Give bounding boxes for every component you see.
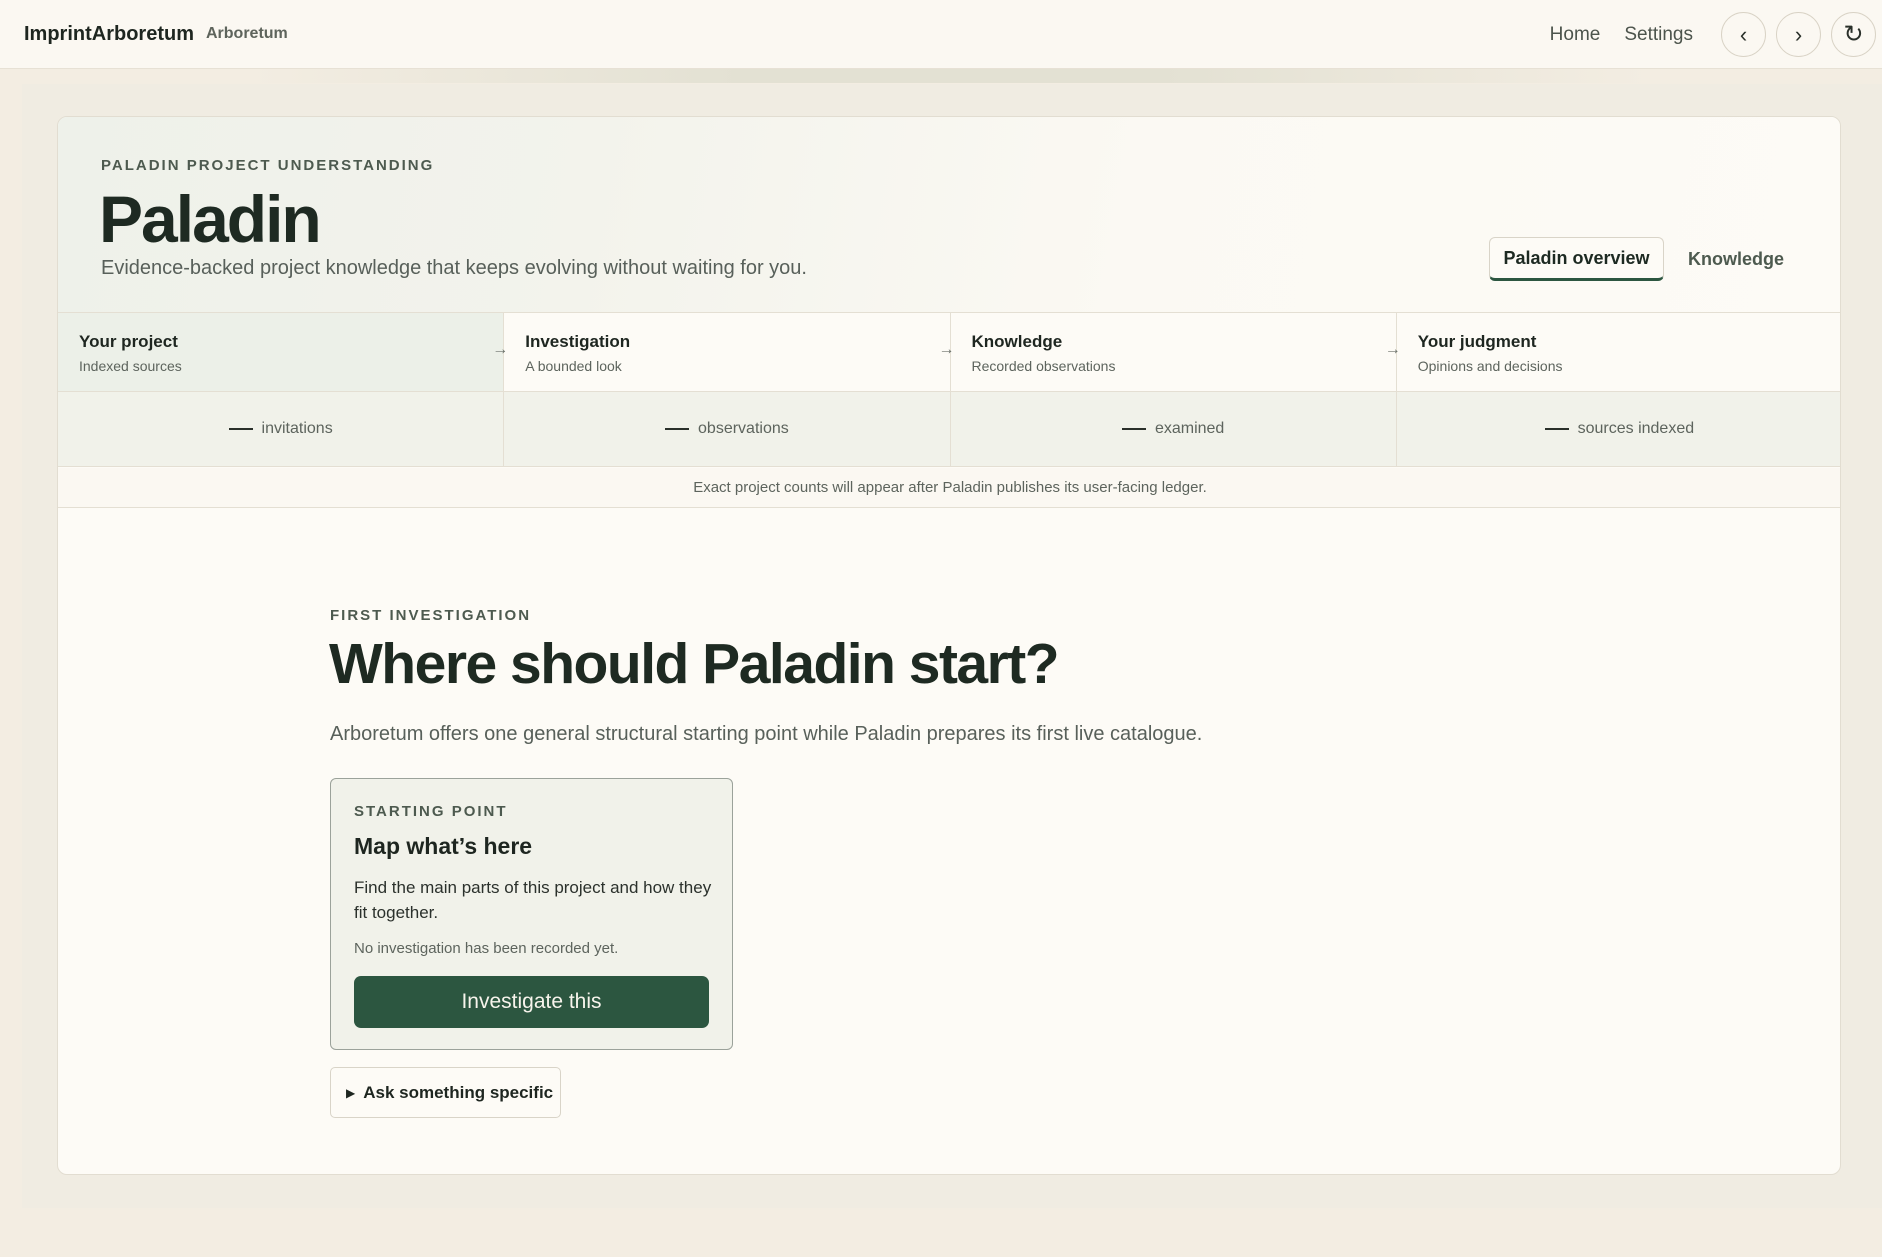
app-brand[interactable]: ImprintArboretum bbox=[24, 23, 194, 46]
count-label: examined bbox=[1154, 420, 1225, 437]
ask-something-specific-toggle[interactable]: ▶ Ask something specific bbox=[330, 1067, 561, 1118]
step-subtitle: Indexed sources bbox=[79, 358, 182, 374]
refresh-button[interactable]: ↻ bbox=[1831, 12, 1876, 57]
step-title: Your judgment bbox=[1417, 332, 1537, 351]
nav-home-link[interactable]: Home bbox=[1550, 24, 1601, 46]
first-investigation-description: Arboretum offers one general structural … bbox=[330, 723, 1203, 745]
arrow-right-icon: → bbox=[1384, 341, 1401, 358]
page-title: Paladin bbox=[99, 182, 322, 256]
hero-section: PALADIN PROJECT UNDERSTANDING Paladin Ev… bbox=[58, 117, 1840, 313]
count-value-dash bbox=[1121, 428, 1146, 430]
count-observations: observations bbox=[504, 392, 951, 466]
topbar-shadow bbox=[250, 69, 1650, 83]
count-invitations: invitations bbox=[58, 392, 505, 466]
count-sources-indexed: sources indexed bbox=[1397, 392, 1840, 466]
count-value-dash bbox=[1544, 428, 1569, 430]
tab-paladin-overview[interactable]: Paladin overview bbox=[1489, 237, 1664, 281]
refresh-icon: ↻ bbox=[1843, 21, 1864, 48]
top-bar: ImprintArboretum Arboretum Home Settings… bbox=[0, 0, 1882, 69]
arrow-right-icon: → bbox=[492, 341, 509, 358]
count-label: observations bbox=[698, 420, 789, 437]
hero-eyebrow: PALADIN PROJECT UNDERSTANDING bbox=[101, 157, 435, 174]
pipeline-steps: Your project Indexed sources → Investiga… bbox=[58, 313, 1840, 392]
count-value-dash bbox=[665, 428, 690, 430]
ask-label: Ask something specific bbox=[363, 1082, 554, 1102]
starting-point-description: Find the main parts of this project and … bbox=[354, 878, 712, 922]
count-value-dash bbox=[228, 428, 253, 430]
step-title: Knowledge bbox=[971, 332, 1063, 351]
forward-button[interactable]: › bbox=[1776, 12, 1821, 57]
caret-right-icon: ▶ bbox=[346, 1085, 356, 1100]
top-nav: Home Settings ‹ › ↻ bbox=[1550, 0, 1882, 69]
count-label: sources indexed bbox=[1577, 420, 1695, 437]
first-investigation-eyebrow: FIRST INVESTIGATION bbox=[330, 607, 532, 624]
step-title: Your project bbox=[79, 332, 178, 351]
step-subtitle: Recorded observations bbox=[971, 358, 1116, 374]
starting-point-card: STARTING POINT Map what’s here Find the … bbox=[330, 778, 733, 1050]
step-investigation: → Investigation A bounded look bbox=[492, 313, 951, 391]
step-knowledge: → Knowledge Recorded observations bbox=[939, 313, 1397, 391]
step-title: Investigation bbox=[525, 332, 631, 351]
tab-knowledge[interactable]: Knowledge bbox=[1688, 237, 1784, 281]
count-label: invitations bbox=[261, 420, 333, 437]
workspace-name: Arboretum bbox=[206, 25, 288, 42]
step-subtitle: A bounded look bbox=[525, 358, 622, 374]
ledger-note: Exact project counts will appear after P… bbox=[58, 468, 1840, 508]
count-examined: examined bbox=[951, 392, 1397, 466]
chevron-right-icon: › bbox=[1794, 21, 1803, 47]
investigate-button[interactable]: Investigate this bbox=[354, 976, 709, 1028]
step-your-judgment: → Your judgment Opinions and decisions bbox=[1385, 313, 1840, 391]
step-subtitle: Opinions and decisions bbox=[1417, 358, 1563, 374]
arrow-right-icon: → bbox=[938, 341, 955, 358]
chevron-left-icon: ‹ bbox=[1739, 21, 1748, 47]
counts-row: invitations observations examined source… bbox=[58, 392, 1840, 467]
step-your-project: Your project Indexed sources bbox=[58, 313, 505, 391]
nav-settings-link[interactable]: Settings bbox=[1624, 24, 1693, 46]
starting-point-title: Map what’s here bbox=[354, 833, 533, 859]
hero-description: Evidence-backed project knowledge that k… bbox=[101, 257, 807, 279]
first-investigation-title: Where should Paladin start? bbox=[329, 632, 1060, 696]
starting-point-status: No investigation has been recorded yet. bbox=[354, 940, 619, 957]
starting-point-eyebrow: STARTING POINT bbox=[354, 803, 508, 820]
back-button[interactable]: ‹ bbox=[1721, 12, 1766, 57]
